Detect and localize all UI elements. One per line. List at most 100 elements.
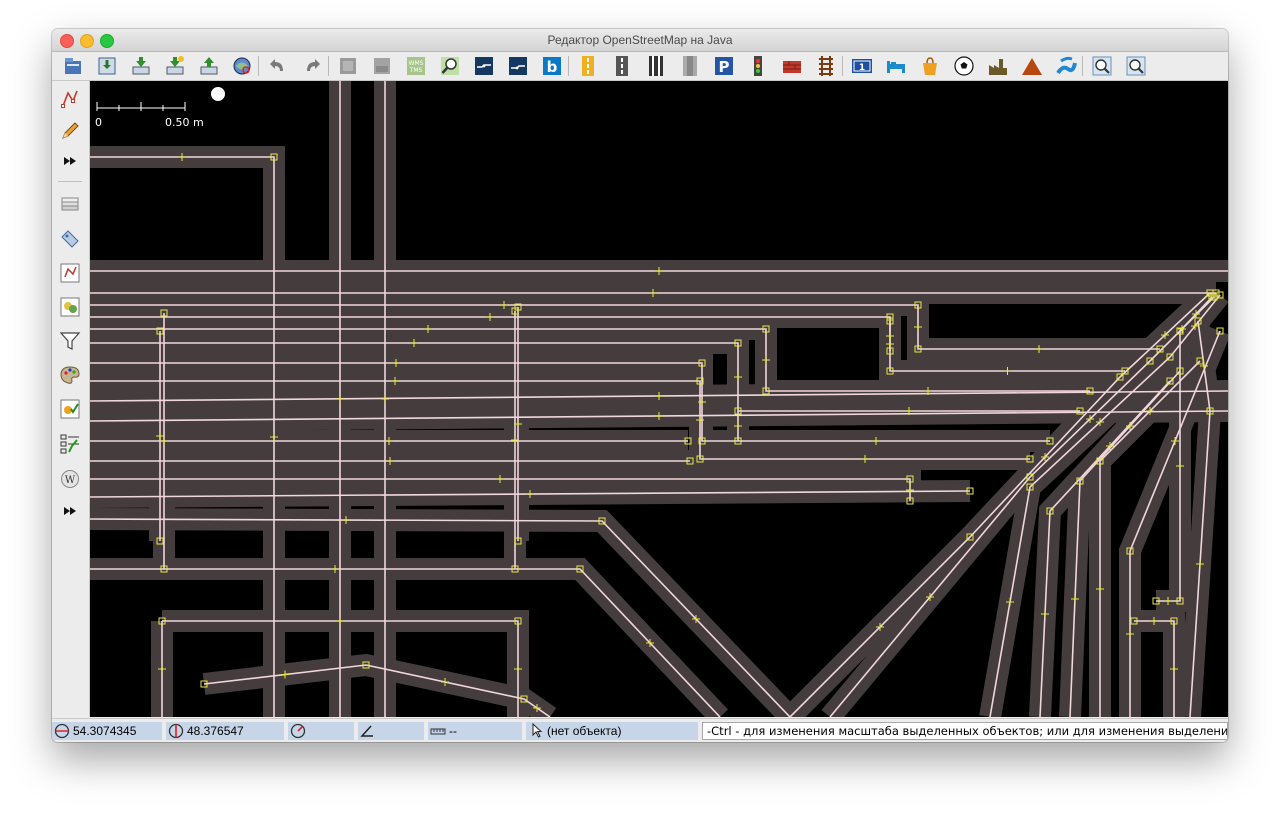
search-icon <box>441 57 459 75</box>
bing-button[interactable]: b <box>540 54 564 78</box>
map-view[interactable]: 0 0.50 m <box>90 81 1228 717</box>
scale-end-label: 0.50 m <box>165 116 204 129</box>
parking-button[interactable]: P <box>712 54 736 78</box>
download-new-icon <box>166 56 184 75</box>
help-text: -Ctrl - для изменения масштаба выделенны… <box>707 724 1228 738</box>
download-button[interactable] <box>129 54 153 78</box>
waterway-button[interactable] <box>1054 54 1078 78</box>
open-file-button[interactable] <box>61 54 85 78</box>
upload-button[interactable] <box>197 54 221 78</box>
select-tool-button[interactable] <box>58 87 82 111</box>
expert-icon <box>374 58 390 74</box>
imagery-button[interactable] <box>472 54 496 78</box>
wikipedia-button[interactable]: W <box>58 467 82 491</box>
svg-text:TMS: TMS <box>409 67 423 74</box>
industrial-button[interactable] <box>986 54 1010 78</box>
search-button[interactable] <box>438 54 462 78</box>
authors-icon <box>60 297 80 317</box>
traffic-light-button[interactable] <box>746 54 770 78</box>
wikipedia-icon: W <box>61 470 79 488</box>
tags-button[interactable] <box>58 227 82 251</box>
bing-icon: b <box>543 57 561 76</box>
validation-icon <box>60 399 80 419</box>
imagery-offset-icon <box>509 57 527 75</box>
validation-button[interactable] <box>58 397 82 421</box>
authors-button[interactable] <box>58 295 82 319</box>
distance-field: -- <box>428 722 522 740</box>
peak-button[interactable] <box>1020 54 1044 78</box>
window-title: Редактор OpenStreetMap на Java <box>547 33 733 47</box>
house-number-button[interactable]: 1 <box>850 54 874 78</box>
map-canvas[interactable] <box>90 81 1228 717</box>
layers-icon <box>61 197 79 211</box>
svg-text:W: W <box>65 475 76 486</box>
hotel-button[interactable] <box>884 54 908 78</box>
zoom-to-data-icon <box>233 57 251 75</box>
svg-text:b: b <box>547 58 558 76</box>
zoom-out-icon <box>1126 56 1146 76</box>
draw-tool-icon <box>62 122 79 139</box>
todo-list-button[interactable] <box>58 431 82 455</box>
imagery-offset-button[interactable] <box>506 54 530 78</box>
sport-icon <box>954 56 974 76</box>
shop-button[interactable] <box>918 54 942 78</box>
zoom-to-data-button[interactable] <box>230 54 254 78</box>
redo-icon <box>307 59 320 71</box>
download-new-button[interactable] <box>163 54 187 78</box>
expert-button[interactable] <box>370 54 394 78</box>
preferences-icon <box>340 58 356 74</box>
more-panels-icon <box>64 507 76 515</box>
longitude-field: 48.376547 <box>166 722 284 740</box>
road-icon <box>582 56 594 76</box>
filter-button[interactable] <box>58 329 82 353</box>
more-panels-button[interactable] <box>58 499 82 523</box>
motorway-icon <box>649 56 663 76</box>
parking-icon: P <box>715 57 733 76</box>
save-icon <box>98 57 116 75</box>
sport-button[interactable] <box>952 54 976 78</box>
industrial-icon <box>989 59 1007 75</box>
heading-field <box>288 722 354 740</box>
save-button[interactable] <box>95 54 119 78</box>
bridge-icon <box>683 56 697 76</box>
wall-button[interactable] <box>780 54 804 78</box>
selection-list-icon <box>60 263 80 283</box>
zoom-out-button[interactable] <box>1124 54 1148 78</box>
bridge-button[interactable] <box>678 54 702 78</box>
road-button[interactable] <box>576 54 600 78</box>
open-file-icon <box>65 58 81 74</box>
selection-list-button[interactable] <box>58 261 82 285</box>
toolbar-separator <box>842 56 843 76</box>
motorway-button[interactable] <box>644 54 668 78</box>
waterway-icon <box>1056 56 1077 75</box>
zoom-in-button[interactable] <box>1090 54 1114 78</box>
house-number-icon: 1 <box>852 59 872 73</box>
todo-list-icon <box>60 434 79 454</box>
help-text-field: -Ctrl - для изменения масштаба выделенны… <box>702 722 1228 740</box>
title-bar: Редактор OpenStreetMap на Java <box>52 29 1228 52</box>
wms-tms-icon: WMSTMS <box>407 57 425 75</box>
object-field: (нет объекта) <box>526 722 698 740</box>
svg-text:P: P <box>719 58 730 76</box>
way-line[interactable] <box>90 568 721 717</box>
railway-button[interactable] <box>814 54 838 78</box>
zoom-in-icon <box>1092 56 1112 76</box>
wall-icon <box>783 61 801 73</box>
redo-button[interactable] <box>300 54 324 78</box>
toolbar-separator <box>568 56 569 76</box>
ruler-icon <box>430 728 446 735</box>
undo-button[interactable] <box>266 54 290 78</box>
map-paint-styles-button[interactable] <box>58 363 82 387</box>
draw-tool-button[interactable] <box>58 119 82 143</box>
sidebar-separator <box>58 181 82 182</box>
hotel-icon <box>887 61 905 73</box>
more-tools-button[interactable] <box>58 149 82 173</box>
svg-text:1: 1 <box>859 63 865 73</box>
scale-start-label: 0 <box>95 116 102 129</box>
road-marked-button[interactable] <box>610 54 634 78</box>
imagery-icon <box>475 57 493 75</box>
filter-icon <box>59 332 81 350</box>
preferences-button[interactable] <box>336 54 360 78</box>
wms-tms-button[interactable]: WMS TMS <box>404 54 428 78</box>
layers-button[interactable] <box>58 193 82 217</box>
